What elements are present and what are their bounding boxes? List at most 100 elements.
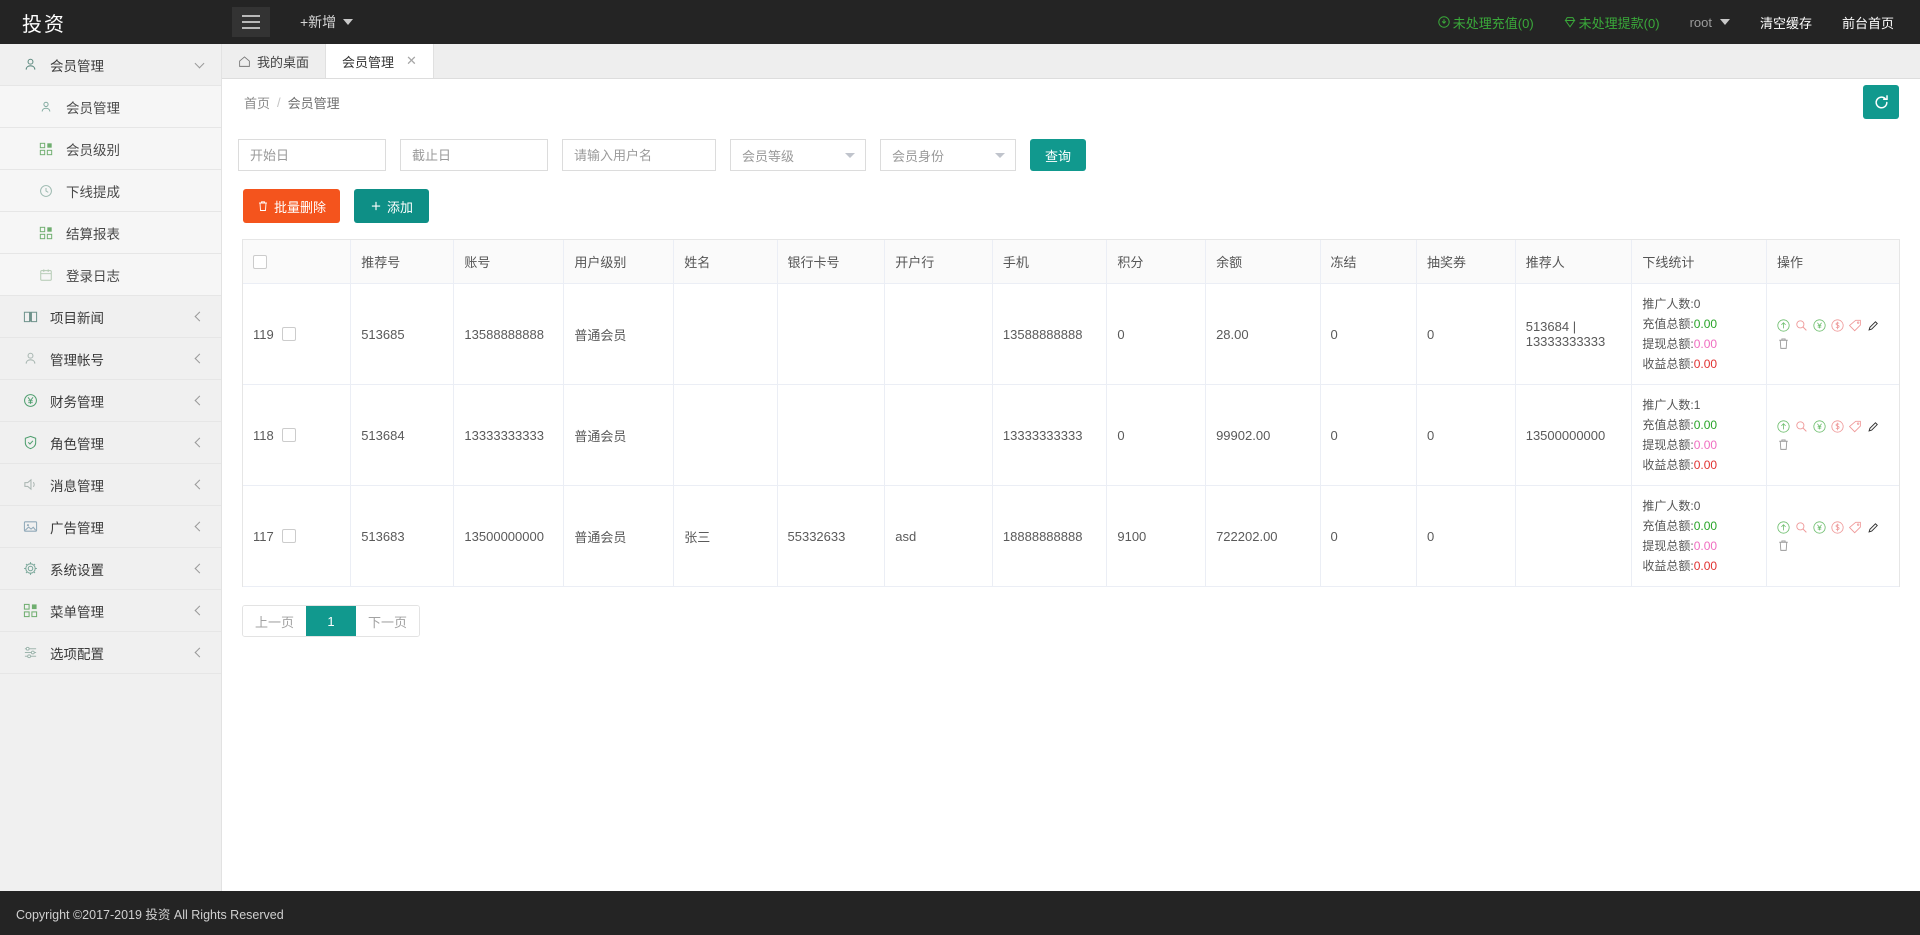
dollar-circle-icon[interactable] <box>1831 419 1844 433</box>
row-id-label: 117 <box>253 528 274 544</box>
sidebar-item-admin-account[interactable]: 管理帐号 <box>0 338 221 380</box>
user-icon <box>20 57 40 72</box>
add-button[interactable]: 添加 <box>354 189 430 223</box>
pagination-page-1[interactable]: 1 <box>306 606 357 636</box>
stat-recharge-total: 充值总额:0.00 <box>1642 317 1718 331</box>
batch-delete-button[interactable]: 批量删除 <box>243 189 341 223</box>
refresh-button[interactable] <box>1863 85 1899 119</box>
cell-name <box>673 384 778 486</box>
stat-withdraw-total: 提现总额:0.00 <box>1642 337 1718 351</box>
sidebar-item-settlement-report[interactable]: 结算报表 <box>0 212 221 254</box>
member-level-select[interactable]: 会员等级 <box>730 139 866 171</box>
pending-recharge-link[interactable]: 未处理充值(0) <box>1438 13 1534 32</box>
stat-profit-total: 收益总额:0.00 <box>1642 458 1718 472</box>
trash-icon[interactable] <box>1777 337 1790 350</box>
cell-bank-card <box>777 283 886 385</box>
row-checkbox[interactable] <box>281 529 296 543</box>
trash-icon[interactable] <box>1777 438 1790 451</box>
tab-label: 我的桌面 <box>257 54 310 70</box>
stat-recharge-total: 充值总额:0.00 <box>1642 519 1718 533</box>
sidebar-item-login-log[interactable]: 登录日志 <box>0 254 221 296</box>
dollar-circle-icon[interactable] <box>1831 318 1844 332</box>
table-row[interactable]: 117 513683 13500000000 普通会员 张三 55332633 … <box>243 485 1899 587</box>
search-icon[interactable] <box>1795 319 1808 332</box>
tag-icon[interactable] <box>1849 521 1862 534</box>
stat-withdraw-total: 提现总额:0.00 <box>1642 539 1718 553</box>
header-balance: 余额 <box>1205 240 1321 284</box>
sidebar-toggle-button[interactable] <box>232 7 270 37</box>
search-icon[interactable] <box>1795 521 1808 534</box>
sidebar-item-finance-management[interactable]: 财务管理 <box>0 380 221 422</box>
select-all-checkbox[interactable] <box>253 255 267 270</box>
sidebar-item-role-management[interactable]: 角色管理 <box>0 422 221 464</box>
stat-promoters: 推广人数:1 <box>1642 398 1701 412</box>
row-checkbox[interactable] <box>281 327 296 341</box>
refresh-icon <box>1874 94 1888 108</box>
sidebar-item-menu-management[interactable]: 菜单管理 <box>0 590 221 632</box>
tag-icon[interactable] <box>1849 420 1862 433</box>
cell-id: 117 <box>243 485 352 587</box>
query-button[interactable]: 查询 <box>1030 139 1087 171</box>
row-checkbox[interactable] <box>281 428 296 442</box>
cell-operations <box>1766 485 1899 587</box>
dollar-circle-icon[interactable] <box>1831 520 1844 534</box>
table-row[interactable]: 119 513685 13588888888 普通会员 13588888888 … <box>243 283 1899 385</box>
close-icon[interactable]: ✕ <box>406 53 417 69</box>
cell-balance: 99902.00 <box>1205 384 1321 486</box>
sidebar-item-system-settings[interactable]: 系统设置 <box>0 548 221 590</box>
table-row[interactable]: 118 513684 13333333333 普通会员 13333333333 … <box>243 384 1899 486</box>
username-input[interactable] <box>562 139 716 171</box>
sidebar-item-message-management[interactable]: 消息管理 <box>0 464 221 506</box>
yen-circle-icon[interactable] <box>1813 520 1826 534</box>
stat-withdraw-total: 提现总额:0.00 <box>1642 438 1718 452</box>
header-frozen: 冻结 <box>1320 240 1418 284</box>
trash-icon[interactable] <box>1777 539 1790 552</box>
add-new-label: +新增 <box>300 14 337 30</box>
sidebar-item-member-management-group[interactable]: 会员管理 <box>0 44 221 86</box>
tab-my-desktop[interactable]: 我的桌面 <box>222 44 327 78</box>
cell-referral-no: 513685 <box>350 283 455 385</box>
cell-name <box>673 283 778 385</box>
pending-withdraw-link[interactable]: 未处理提款(0) <box>1564 13 1660 32</box>
menu-grid-icon <box>20 603 40 618</box>
header-bank-card: 银行卡号 <box>777 240 886 284</box>
cell-bank <box>884 384 993 486</box>
upload-circle-icon[interactable] <box>1777 419 1790 433</box>
cell-id: 119 <box>243 283 352 385</box>
add-label: 添加 <box>387 199 414 215</box>
edit-pencil-icon[interactable] <box>1867 420 1880 433</box>
start-date-input[interactable] <box>238 139 386 171</box>
pagination-prev[interactable]: 上一页 <box>243 606 307 636</box>
member-table: 推荐号 账号 用户级别 姓名 银行卡号 开户行 手机 积分 余额 冻结 抽奖券 … <box>242 239 1900 587</box>
cell-bank <box>884 283 993 385</box>
clear-cache-button[interactable]: 清空缓存 <box>1760 13 1812 32</box>
sidebar-item-ad-management[interactable]: 广告管理 <box>0 506 221 548</box>
yen-circle-icon[interactable] <box>1813 419 1826 433</box>
yen-circle-icon[interactable] <box>1813 318 1826 332</box>
hamburger-line <box>242 27 260 29</box>
pagination-next[interactable]: 下一页 <box>356 606 420 636</box>
cell-user-level: 普通会员 <box>563 384 675 486</box>
cell-id: 118 <box>243 384 352 486</box>
user-menu-dropdown[interactable]: root <box>1690 15 1730 30</box>
sidebar-item-option-config[interactable]: 选项配置 <box>0 632 221 674</box>
sidebar-item-downline-commission[interactable]: 下线提成 <box>0 170 221 212</box>
front-home-link[interactable]: 前台首页 <box>1842 13 1894 32</box>
upload-circle-icon[interactable] <box>1777 520 1790 534</box>
sidebar-item-member-level[interactable]: 会员级别 <box>0 128 221 170</box>
search-icon[interactable] <box>1795 420 1808 433</box>
upload-circle-icon[interactable] <box>1777 318 1790 332</box>
breadcrumb-home[interactable]: 首页 <box>244 93 270 112</box>
tag-icon[interactable] <box>1849 319 1862 332</box>
end-date-input[interactable] <box>400 139 548 171</box>
tab-member-management[interactable]: 会员管理 ✕ <box>326 44 434 78</box>
edit-pencil-icon[interactable] <box>1867 521 1880 534</box>
sidebar-item-project-news[interactable]: 项目新闻 <box>0 296 221 338</box>
add-new-dropdown[interactable]: +新增 <box>300 12 354 32</box>
member-identity-select[interactable]: 会员身份 <box>880 139 1016 171</box>
header-name: 姓名 <box>673 240 778 284</box>
table-header-row: 推荐号 账号 用户级别 姓名 银行卡号 开户行 手机 积分 余额 冻结 抽奖券 … <box>243 240 1899 284</box>
sidebar-item-member-management[interactable]: 会员管理 <box>0 86 221 128</box>
member-table-element: 推荐号 账号 用户级别 姓名 银行卡号 开户行 手机 积分 余额 冻结 抽奖券 … <box>243 240 1899 587</box>
edit-pencil-icon[interactable] <box>1867 319 1880 332</box>
